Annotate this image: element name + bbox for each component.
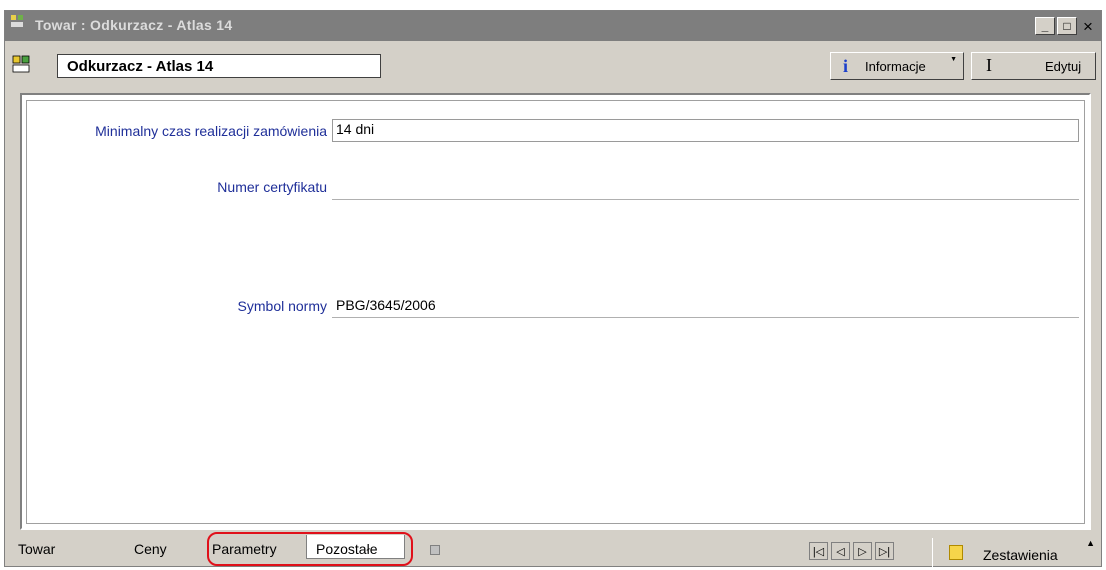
tab-towar[interactable]: Towar [18, 541, 55, 557]
record-name-field: Odkurzacz - Atlas 14 [57, 54, 381, 78]
norm-symbol-value: PBG/3645/2006 [336, 297, 436, 313]
toolbar: Odkurzacz - Atlas 14 i Informacje ▼ I Ed… [5, 41, 1101, 91]
edit-button-label: Edytuj [1045, 59, 1082, 74]
app-icon [11, 15, 23, 27]
info-menu-button[interactable]: i Informacje ▼ [830, 52, 964, 80]
next-record-button[interactable]: ▷ [853, 542, 872, 560]
text-cursor-icon: I [986, 55, 992, 75]
first-record-button[interactable]: |◁ [809, 542, 828, 560]
field-label-min-time: Minimalny czas realizacji zamówienia [95, 123, 327, 139]
maximize-button[interactable]: □ [1057, 17, 1077, 35]
summary-button[interactable]: Zestawienia ▲ [932, 538, 1103, 570]
report-icon [949, 545, 963, 560]
min-time-field[interactable] [332, 119, 1079, 142]
product-icon [12, 55, 30, 73]
field-label-norm-symbol: Symbol normy [237, 298, 327, 314]
edit-button[interactable]: I Edytuj [971, 52, 1096, 80]
details-panel: Minimalny czas realizacji zamówienia 14 … [20, 93, 1091, 530]
highlight-annotation [207, 532, 413, 566]
summary-label: Zestawienia [983, 547, 1058, 563]
title-bar[interactable]: Towar : Odkurzacz - Atlas 14 _ □ × [5, 11, 1101, 41]
dropdown-arrow-icon: ▼ [950, 56, 957, 63]
close-button[interactable]: × [1079, 17, 1097, 35]
info-icon: i [843, 56, 849, 76]
last-record-button[interactable]: ▷| [875, 542, 894, 560]
norm-symbol-field[interactable] [332, 317, 1079, 318]
info-button-label: Informacje [865, 59, 926, 74]
tab-ceny[interactable]: Ceny [134, 541, 167, 557]
chevron-up-icon: ▲ [1086, 538, 1095, 548]
minimize-button[interactable]: _ [1035, 17, 1055, 35]
certificate-field[interactable] [332, 199, 1079, 200]
prev-record-button[interactable]: ◁ [831, 542, 850, 560]
min-time-value: 14 dni [336, 121, 375, 137]
tab-overflow-button[interactable] [430, 545, 440, 555]
window-title: Towar : Odkurzacz - Atlas 14 [35, 17, 233, 33]
field-label-certificate: Numer certyfikatu [217, 179, 327, 195]
